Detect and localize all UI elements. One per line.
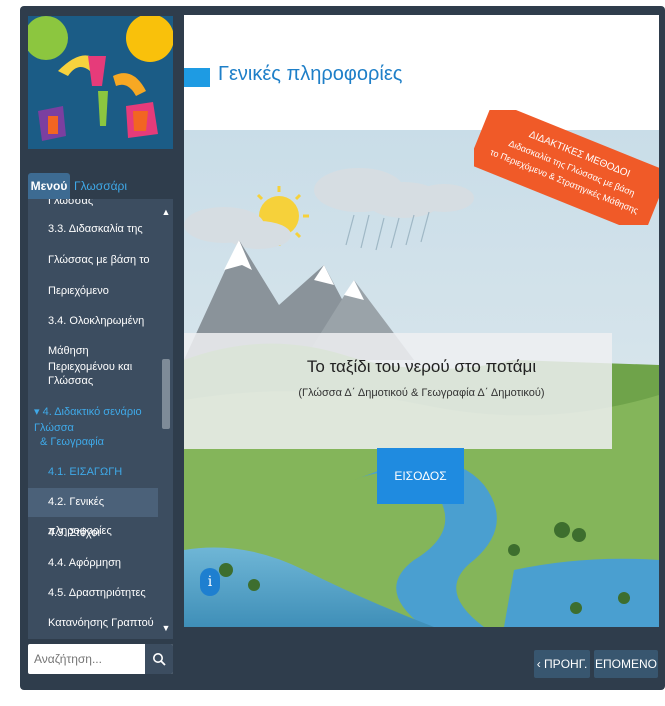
scroll-down-icon[interactable]: ▼ — [161, 623, 171, 633]
menu-item[interactable]: Γλώσσας — [28, 199, 158, 209]
menu-item[interactable]: Γλώσσας — [28, 373, 158, 389]
methods-banner: ΔΙΔΑΚΤΙΚΕΣ ΜΕΘΟΔΟΙ Διδασκαλία της Γλώσσα… — [467, 100, 659, 236]
tab-glossary[interactable]: Γλωσσάρι — [72, 173, 127, 199]
slide-content: Γενικές πληροφορίες ΔΙΔΑΚΤΙΚΕΣ ΜΕΘΟΔΟΙ Δ… — [184, 15, 659, 627]
slide-title: Γενικές πληροφορίες — [218, 63, 403, 85]
menu-scrollbar[interactable]: ▲ ▼ — [159, 199, 173, 639]
previous-button[interactable]: ‹ ΠΡΟΗΓ. — [534, 650, 590, 678]
menu-item[interactable]: Μάθηση Περιεχομένου και — [28, 343, 158, 375]
menu-item[interactable]: Κατανόησης Γραπτού — [28, 615, 158, 631]
scroll-up-icon[interactable]: ▲ — [161, 207, 171, 217]
menu-section-4[interactable]: ▾ 4. Διδακτικό σενάριο Γλώσσα — [28, 404, 158, 436]
scroll-thumb[interactable] — [162, 359, 170, 429]
sidebar: Μενού Γλωσσάρι Γλώσσας 3.3. Διδασκαλία τ… — [28, 16, 173, 680]
menu-item[interactable]: 3.3. Διδασκαλία της — [28, 221, 158, 237]
enter-button[interactable]: ΕΙΣΟΔΟΣ — [377, 448, 464, 504]
menu-panel: Γλώσσας 3.3. Διδασκαλία της Γλώσσας με β… — [28, 199, 173, 639]
title-accent-block — [184, 68, 210, 87]
search-box — [28, 644, 173, 674]
menu-item[interactable]: Γλώσσας με βάση το — [28, 252, 158, 268]
menu-item[interactable]: 4.5. Δραστηριότητες — [28, 585, 158, 601]
menu-item[interactable]: 4.4. Αφόρμηση — [28, 555, 158, 571]
menu-item-intro[interactable]: 4.1. ΕΙΣΑΓΩΓΗ — [28, 464, 158, 480]
menu-item[interactable]: Περιεχόμενο — [28, 283, 158, 299]
next-button[interactable]: ΕΠΟΜΕΝΟ › — [594, 650, 658, 699]
menu-item[interactable]: 4.3. Στόχοι — [28, 525, 158, 541]
lesson-title: Το ταξίδι του νερού στο ποτάμι — [306, 357, 537, 376]
sidebar-tabs: Μενού Γλωσσάρι — [28, 173, 173, 199]
info-icon[interactable]: i — [200, 568, 220, 596]
menu-item-active[interactable]: 4.2. Γενικές πληροφορίες — [28, 488, 158, 537]
menu-item[interactable]: 3.4. Ολοκληρωμένη — [28, 313, 158, 329]
tab-menu[interactable]: Μενού — [28, 173, 70, 199]
search-icon[interactable] — [145, 644, 173, 674]
lesson-subtitle: (Γλώσσα Δ΄ Δημοτικού & Γεωγραφία Δ΄ Δημο… — [298, 387, 545, 399]
course-logo — [28, 16, 173, 149]
search-input[interactable] — [30, 646, 142, 672]
menu-section-4-cont[interactable]: & Γεωγραφία — [28, 434, 158, 450]
